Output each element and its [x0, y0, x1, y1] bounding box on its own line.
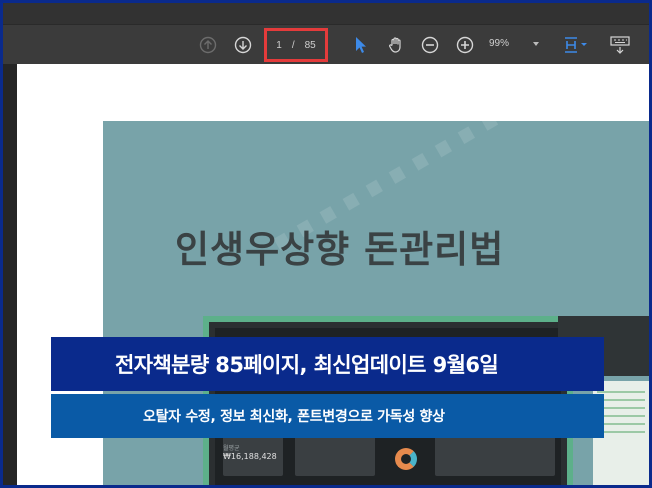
donut-chart-icon [395, 448, 417, 470]
screen-card [435, 436, 555, 476]
current-page-field[interactable]: 1 [276, 40, 282, 51]
sub-banner: 오탈자 수정, 정보 최신화, 폰트변경으로 가독성 향상 [51, 394, 604, 438]
page-up-icon[interactable] [196, 33, 220, 57]
select-cursor-icon[interactable] [349, 33, 373, 57]
balance-value: ₩16,188,428 [223, 452, 277, 461]
zoom-in-icon[interactable] [453, 33, 477, 57]
left-panel-edge [3, 64, 17, 485]
banner-headline: 전자책분량 85페이지, 최신업데이트 9월6일 [115, 353, 499, 377]
hand-tool-icon[interactable] [384, 33, 408, 57]
screen-card [295, 436, 375, 476]
app-window: 1 / 85 99% ·········· 인생우상향 돈관리법 월평균 ₩16… [3, 3, 649, 485]
zoom-dropdown-icon[interactable] [533, 42, 539, 46]
headline-banner: 전자책분량 85페이지, 최신업데이트 9월6일 [51, 337, 604, 391]
keyboard-icon[interactable] [606, 33, 634, 57]
zoom-level[interactable]: 99% [489, 38, 509, 49]
total-pages: 85 [304, 39, 316, 51]
cover-title: 인생우상향 돈관리법 [175, 228, 505, 271]
pdf-toolbar: 1 / 85 99% [3, 24, 649, 64]
page-fit-icon[interactable] [561, 33, 591, 57]
page-number-box[interactable]: 1 / 85 [264, 28, 328, 62]
page-down-icon[interactable] [231, 33, 255, 57]
balance-label: 월평균 [223, 445, 240, 452]
banner-subline: 오탈자 수정, 정보 최신화, 폰트변경으로 가독성 향상 [143, 409, 445, 425]
zoom-out-icon[interactable] [418, 33, 442, 57]
page-separator: / [291, 39, 295, 51]
title-strip [3, 3, 649, 24]
